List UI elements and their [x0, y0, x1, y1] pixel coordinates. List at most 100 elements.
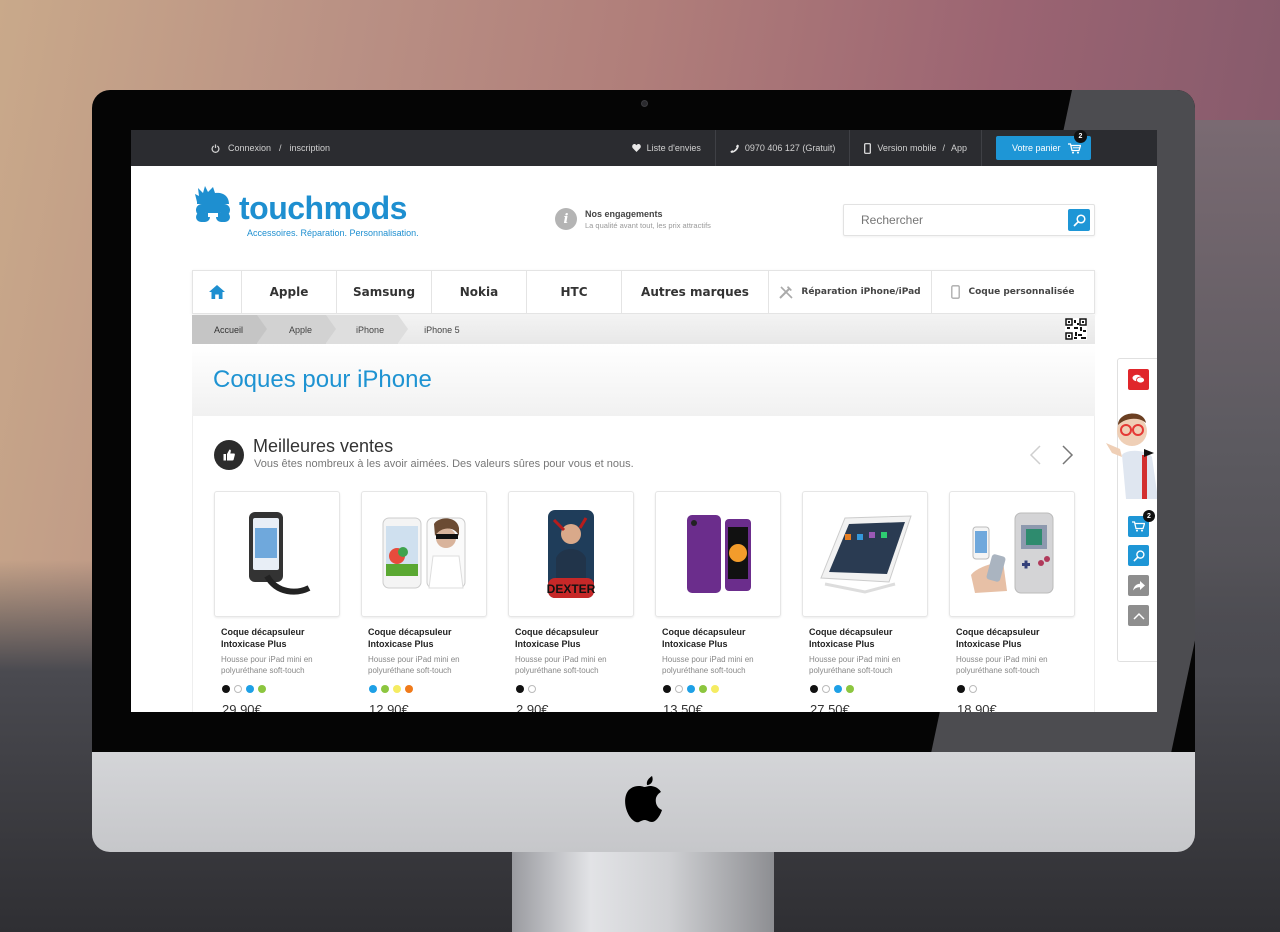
product-name: Coque décapsuleur Intoxicase Plus [515, 627, 599, 649]
nav-label: Coque personnalisée [968, 287, 1075, 297]
color-swatch[interactable] [675, 685, 683, 693]
mobile-label: Version mobile [877, 143, 937, 153]
section-subtitle: Vous êtes nombreux à les avoir aimées. D… [254, 458, 634, 470]
product-card[interactable]: DEXTER Coque décapsuleur Intoxicase Plus … [508, 491, 634, 712]
floating-toolbar: 2 [1106, 358, 1157, 662]
phone-link[interactable]: 0970 406 127 (Gratuit) [714, 130, 850, 166]
product-price: 13,50€ [663, 702, 703, 712]
product-price: 12,90€ [369, 702, 409, 712]
product-price: 18,90€ [957, 702, 997, 712]
color-swatch[interactable] [234, 685, 242, 693]
register-label[interactable]: inscription [290, 143, 331, 153]
nav-repair[interactable]: Réparation iPhone/iPad [768, 271, 931, 313]
color-swatch[interactable] [687, 685, 695, 693]
product-image-ipad-stand[interactable] [802, 491, 928, 617]
color-swatch[interactable] [258, 685, 266, 693]
bestsellers-section: Meilleures ventes Vous êtes nombreux à l… [192, 416, 1095, 712]
info-icon: i [555, 208, 577, 230]
color-swatch[interactable] [246, 685, 254, 693]
engagements-subtitle: La qualité avant tout, les prix attracti… [585, 220, 711, 230]
search-button[interactable] [1068, 209, 1090, 231]
color-swatches [369, 685, 487, 693]
color-swatch[interactable] [846, 685, 854, 693]
product-image-purple-case[interactable] [655, 491, 781, 617]
browser-screen: Connexion / inscription Liste d'envies 0… [131, 130, 1157, 712]
login-link[interactable]: Connexion / inscription [211, 130, 330, 166]
breadcrumb-apple[interactable]: Apple [257, 315, 337, 344]
app-label[interactable]: App [951, 143, 967, 153]
color-swatch[interactable] [405, 685, 413, 693]
product-description: Housse pour iPad mini en polyuréthane sof… [956, 655, 1048, 675]
mobile-icon [951, 285, 961, 299]
nav-label: Nokia [459, 285, 499, 299]
nav-label: HTC [560, 285, 588, 299]
product-price: 29,90€ [222, 702, 262, 712]
category-header: Coques pour iPhone [192, 344, 1095, 416]
product-card[interactable]: Coque décapsuleur Intoxicase Plus Housse … [214, 491, 340, 712]
sidebar-search-button[interactable] [1128, 545, 1149, 566]
nav-label: Apple [269, 285, 309, 299]
chat-button[interactable] [1128, 369, 1149, 390]
product-image-galaxy-case[interactable] [361, 491, 487, 617]
nav-nokia[interactable]: Nokia [431, 271, 526, 313]
color-swatch[interactable] [810, 685, 818, 693]
product-card[interactable]: Coque décapsuleur Intoxicase Plus Housse … [655, 491, 781, 712]
scroll-top-button[interactable] [1128, 605, 1149, 626]
qr-code-icon[interactable] [1065, 318, 1087, 340]
site-logo[interactable]: touchmods [193, 184, 407, 224]
home-icon [209, 285, 225, 299]
product-card[interactable]: Coque décapsuleur Intoxicase Plus Housse … [949, 491, 1075, 712]
product-image-gameboy-case[interactable] [949, 491, 1075, 617]
color-swatch[interactable] [393, 685, 401, 693]
login-label[interactable]: Connexion [228, 143, 271, 153]
product-description: Housse pour iPad mini en polyuréthane sof… [809, 655, 901, 675]
color-swatch[interactable] [711, 685, 719, 693]
wishlist-link[interactable]: Liste d'envies [618, 130, 715, 166]
engagements-block[interactable]: i Nos engagements La qualité avant tout,… [555, 208, 711, 230]
mobile-version-link[interactable]: Version mobile / App [849, 130, 981, 166]
color-swatch[interactable] [369, 685, 377, 693]
breadcrumb-label: Apple [289, 324, 313, 335]
breadcrumb-current: iPhone 5 [398, 315, 474, 344]
nav-apple[interactable]: Apple [241, 271, 336, 313]
color-swatch[interactable] [834, 685, 842, 693]
breadcrumb-iphone[interactable]: iPhone [326, 315, 409, 344]
color-swatch[interactable] [969, 685, 977, 693]
color-swatches [516, 685, 634, 693]
color-swatch[interactable] [663, 685, 671, 693]
color-swatch[interactable] [222, 685, 230, 693]
search-input[interactable] [844, 213, 1064, 227]
color-swatches [663, 685, 781, 693]
color-swatch[interactable] [528, 685, 536, 693]
color-swatch[interactable] [516, 685, 524, 693]
breadcrumb-home[interactable]: Accueil [192, 315, 268, 344]
product-image-dexter-case[interactable]: DEXTER [508, 491, 634, 617]
main-nav: Apple Samsung Nokia HTC Autres marques R… [192, 270, 1095, 314]
cart-label: Votre panier [1012, 143, 1061, 153]
sidebar-cart-badge: 2 [1143, 510, 1155, 522]
sidebar-cart-button[interactable]: 2 [1128, 510, 1155, 537]
color-swatch[interactable] [699, 685, 707, 693]
carousel-next-arrow[interactable] [1059, 444, 1075, 466]
mobile-icon [864, 142, 872, 154]
brand-tagline: Accessoires. Réparation. Personnalisatio… [247, 228, 419, 238]
color-swatch[interactable] [822, 685, 830, 693]
color-swatch[interactable] [957, 685, 965, 693]
carousel-prev-arrow[interactable] [1028, 444, 1044, 466]
sidebar-share-button[interactable] [1128, 575, 1149, 596]
nav-home[interactable] [193, 271, 241, 313]
breadcrumb-label: iPhone 5 [424, 324, 460, 335]
nav-custom-case[interactable]: Coque personnalisée [931, 271, 1094, 313]
product-card[interactable]: Coque décapsuleur Intoxicase Plus Housse … [361, 491, 487, 712]
product-description: Housse pour iPad mini en polyuréthane sof… [662, 655, 754, 675]
product-card[interactable]: Coque décapsuleur Intoxicase Plus Housse … [802, 491, 928, 712]
nav-other-brands[interactable]: Autres marques [621, 271, 768, 313]
product-image-rugged-case[interactable] [214, 491, 340, 617]
cart-button[interactable]: Votre panier 2 [996, 130, 1091, 160]
tools-icon [779, 286, 793, 299]
color-swatch[interactable] [381, 685, 389, 693]
nav-label: Réparation iPhone/iPad [801, 287, 921, 297]
search-icon [1072, 213, 1086, 227]
nav-htc[interactable]: HTC [526, 271, 621, 313]
nav-samsung[interactable]: Samsung [336, 271, 431, 313]
